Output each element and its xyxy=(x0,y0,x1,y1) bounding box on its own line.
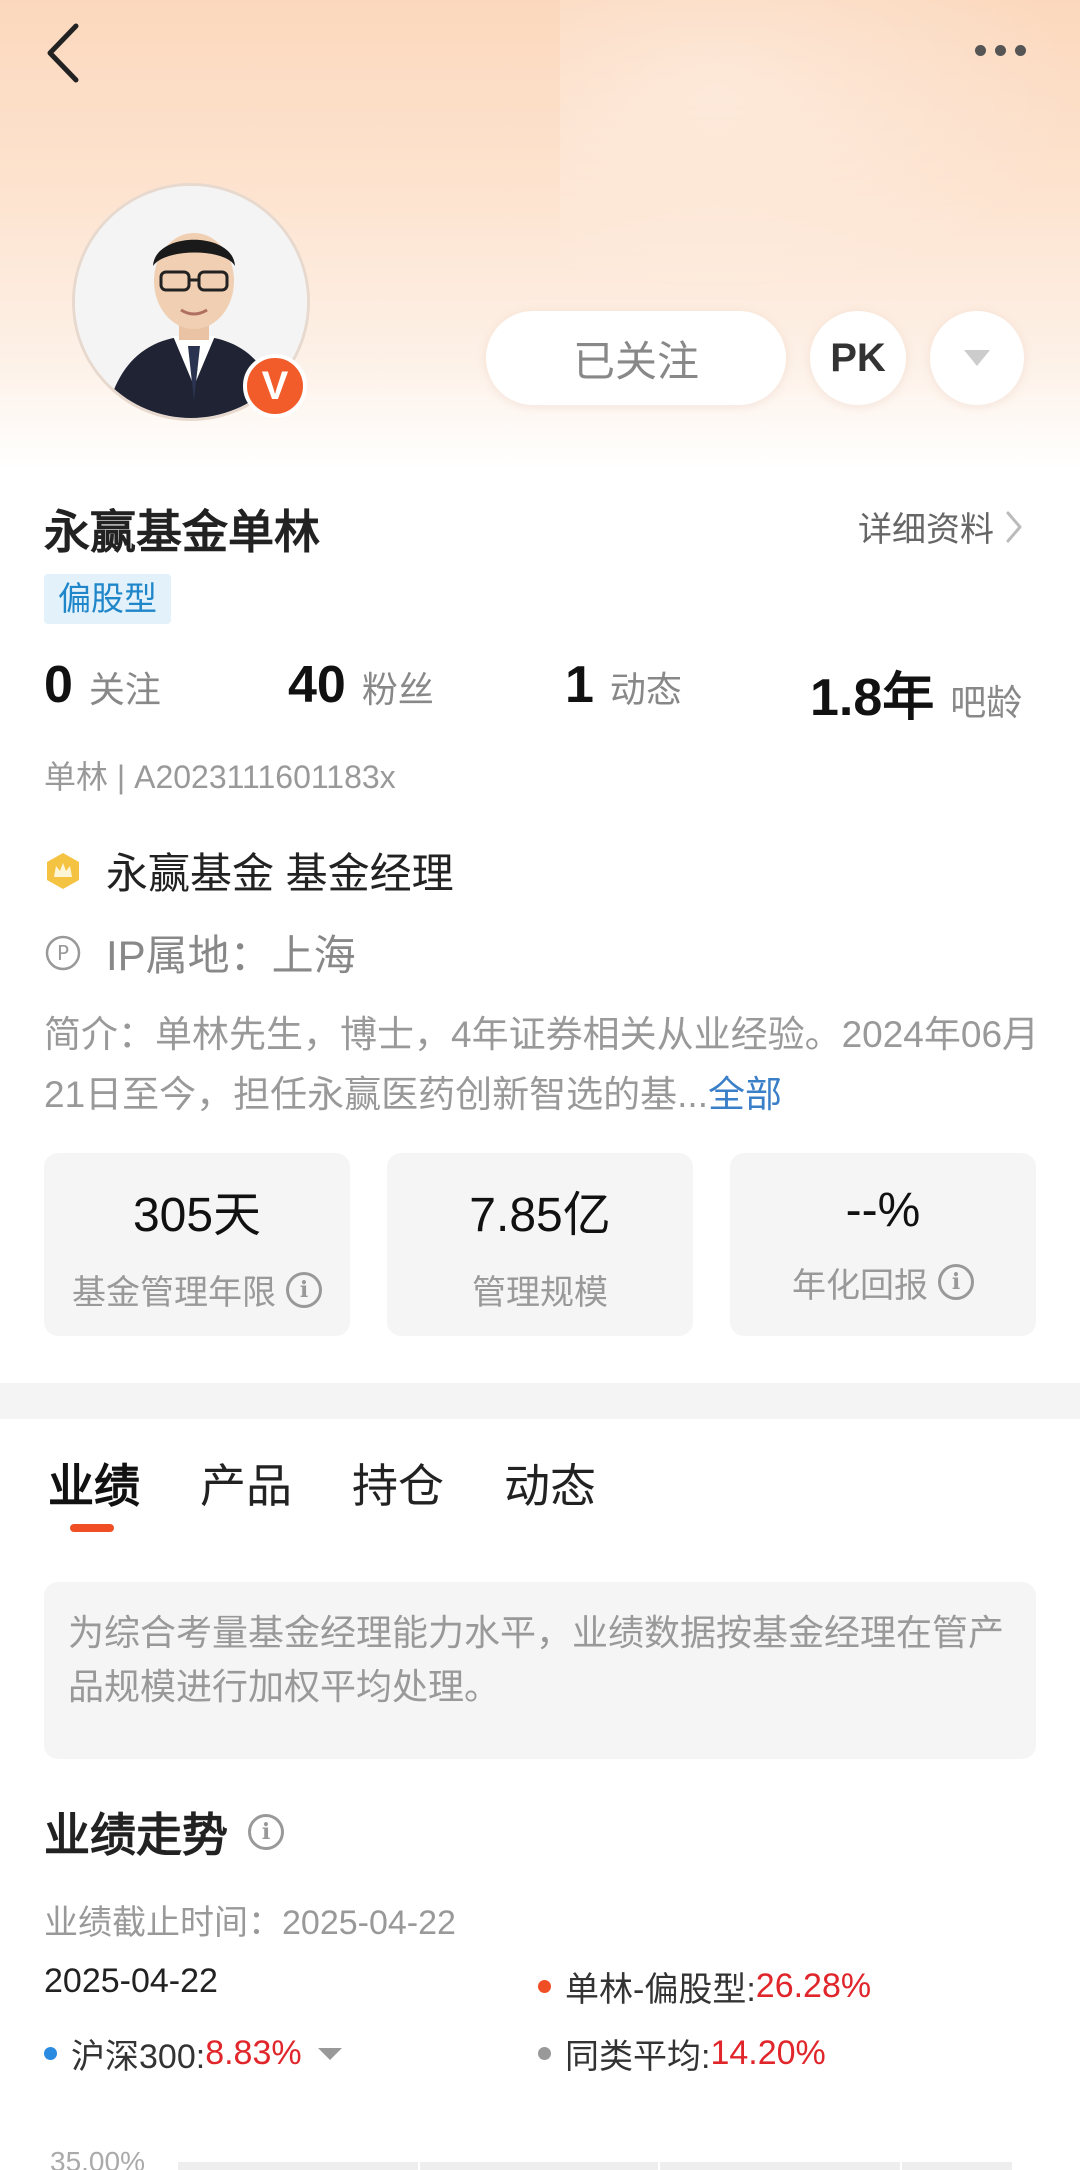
benchmark-dropdown-icon[interactable] xyxy=(317,2047,342,2060)
card-return-caption: 年化回报 i xyxy=(792,1258,974,1307)
card-tenure-caption: 基金管理年限 i xyxy=(72,1265,322,1314)
intro-body: 简介：单林先生，博士，4年证券相关从业经验。2024年06月21日至今，担任永赢… xyxy=(44,1014,1040,1115)
cutoff-date: 业绩截止时间：2025-04-22 xyxy=(44,1904,456,1942)
chart-grid-segment xyxy=(178,2162,418,2170)
card-tenure-value: 305天 xyxy=(132,1189,262,1242)
tab-performance[interactable]: 业绩 xyxy=(48,1450,140,1516)
legend-date: 2025-04-22 xyxy=(44,1962,218,2000)
chevron-right-icon xyxy=(1006,511,1022,542)
stat-age-count: 1.8年 xyxy=(810,669,935,727)
detail-link[interactable]: 详细资料 xyxy=(858,502,1024,551)
user-id-line: 单林 | A2023111601183x xyxy=(44,759,396,795)
chart-grid-segment xyxy=(902,2162,1012,2170)
legend-manager: 单林-偏股型: 26.28% xyxy=(538,1962,871,2011)
performance-chart-top: 35.00% xyxy=(0,2140,1080,2170)
chart-y-top-label: 35.00% xyxy=(50,2146,145,2170)
stat-fans[interactable]: 40 粉丝 xyxy=(288,655,434,715)
trend-title-text: 业绩走势 xyxy=(44,1809,228,1861)
card-tenure-label: 基金管理年限 xyxy=(72,1274,276,1312)
more-dots-icon xyxy=(974,44,986,56)
svg-text:P: P xyxy=(57,941,69,965)
card-return-label: 年化回报 xyxy=(792,1266,928,1305)
stat-age: 1.8年 吧龄 xyxy=(810,655,1022,730)
verified-badge: V xyxy=(243,354,307,418)
stat-posts-label: 动态 xyxy=(609,669,682,710)
card-aum-value: 7.85亿 xyxy=(469,1189,611,1242)
legend-manager-value: 26.28% xyxy=(755,1967,872,2005)
organization-row: 永赢基金 基金经理 xyxy=(44,840,454,901)
fund-type-tag: 偏股型 xyxy=(44,574,171,624)
legend-peer-name: 同类平均: xyxy=(565,2038,711,2076)
dropdown-button[interactable] xyxy=(930,311,1024,405)
triangle-down-icon xyxy=(964,350,990,366)
intro-text: 简介：单林先生，博士，4年证券相关从业经验。2024年06月21日至今，担任永赢… xyxy=(44,1005,1044,1125)
card-aum-label: 管理规模 xyxy=(472,1274,608,1312)
info-icon[interactable]: i xyxy=(248,1814,284,1850)
stat-age-label: 吧龄 xyxy=(950,682,1023,723)
stats-row: 0 关注 40 粉丝 1 动态 1.8年 吧龄 xyxy=(0,655,1080,727)
intro-expand-link[interactable]: 全部 xyxy=(708,1074,782,1115)
stat-fans-count: 40 xyxy=(288,656,346,714)
manager-name: 永赢基金单林 xyxy=(44,506,320,558)
stat-posts[interactable]: 1 动态 xyxy=(565,655,682,715)
tab-posts[interactable]: 动态 xyxy=(504,1450,596,1516)
legend-benchmark-name: 沪深300: xyxy=(71,2038,206,2076)
summary-cards: 305天 基金管理年限 i 7.85亿 管理规模 --% 年化回报 i xyxy=(44,1153,1036,1336)
crown-badge-icon xyxy=(47,852,79,889)
legend-manager-name: 单林-偏股型: xyxy=(565,1971,756,2009)
tab-holdings[interactable]: 持仓 xyxy=(352,1450,444,1516)
location-p-icon: P xyxy=(45,935,81,970)
active-tab-indicator xyxy=(70,1524,114,1532)
organization-text: 永赢基金 基金经理 xyxy=(106,850,454,897)
legend-peer-average: 同类平均: 14.20% xyxy=(538,2029,826,2078)
section-divider xyxy=(0,1383,1080,1419)
ip-location-row: P IP属地：上海 xyxy=(44,922,356,983)
stat-posts-count: 1 xyxy=(565,656,594,714)
legend-benchmark-value: 8.83% xyxy=(205,2034,302,2072)
card-aum-caption: 管理规模 xyxy=(472,1265,608,1314)
follow-button[interactable]: 已关注 xyxy=(486,311,786,405)
more-button[interactable] xyxy=(960,30,1040,70)
legend-benchmark[interactable]: 沪深300: 8.83% xyxy=(44,2029,342,2078)
stat-following-count: 0 xyxy=(44,656,73,714)
chart-grid-segment xyxy=(660,2162,900,2170)
back-button[interactable] xyxy=(38,18,98,88)
pk-button[interactable]: PK xyxy=(810,311,906,405)
info-icon[interactable]: i xyxy=(286,1271,322,1308)
legend-dot-blue xyxy=(44,2047,57,2060)
tab-bar: 业绩 产品 持仓 动态 xyxy=(0,1450,1080,1540)
stat-following[interactable]: 0 关注 xyxy=(44,655,161,715)
legend-peer-value: 14.20% xyxy=(710,2034,826,2072)
ip-location-text: IP属地：上海 xyxy=(106,932,356,979)
card-aum: 7.85亿 管理规模 xyxy=(387,1153,693,1336)
stat-fans-label: 粉丝 xyxy=(361,669,434,710)
tab-products[interactable]: 产品 xyxy=(200,1450,292,1516)
card-return-value: --% xyxy=(845,1183,921,1237)
legend-dot-orange xyxy=(538,1980,551,1993)
card-tenure: 305天 基金管理年限 i xyxy=(44,1153,350,1336)
detail-label: 详细资料 xyxy=(858,511,994,549)
legend-dot-gray xyxy=(538,2047,551,2060)
trend-section-title: 业绩走势 i xyxy=(44,1799,284,1865)
performance-note: 为综合考量基金经理能力水平，业绩数据按基金经理在管产品规模进行加权平均处理。 xyxy=(44,1582,1036,1759)
chart-grid-segment xyxy=(420,2162,658,2170)
card-annual-return: --% 年化回报 i xyxy=(730,1153,1036,1336)
stat-following-label: 关注 xyxy=(88,669,161,710)
chevron-left-icon xyxy=(47,23,79,83)
info-icon[interactable]: i xyxy=(938,1264,974,1300)
